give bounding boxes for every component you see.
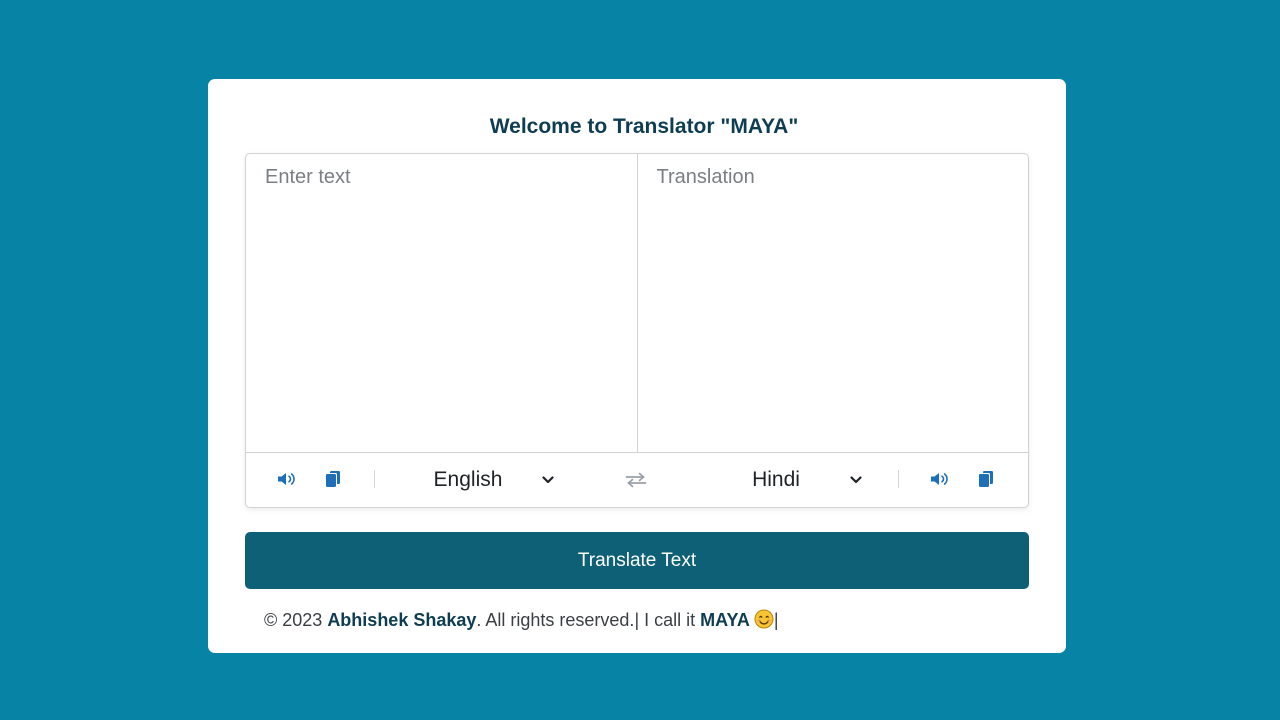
footer-copyright: © 2023 bbox=[264, 610, 328, 630]
footer-nickname: MAYA bbox=[700, 610, 750, 630]
footer-rights: . All rights reserved.| I call it bbox=[476, 610, 701, 630]
controls-divider bbox=[898, 470, 899, 488]
translator-panel: English Hindi bbox=[245, 153, 1029, 508]
from-copy-button[interactable] bbox=[322, 468, 344, 490]
speaker-icon bbox=[278, 473, 295, 485]
chevron-down-icon bbox=[540, 472, 556, 488]
to-language-value: Hindi bbox=[752, 468, 800, 491]
copy-icon bbox=[326, 471, 340, 487]
smile-emoji-icon bbox=[754, 609, 774, 629]
exchange-icon bbox=[625, 472, 647, 488]
to-language-select[interactable]: Hindi bbox=[704, 463, 864, 497]
footer-author: Abhishek Shakay bbox=[327, 610, 477, 630]
translate-button[interactable]: Translate Text bbox=[245, 532, 1029, 589]
copy-icon bbox=[979, 471, 993, 487]
controls-divider bbox=[374, 470, 375, 488]
footer: © 2023 Abhishek Shakay. All rights reser… bbox=[264, 609, 779, 631]
from-language-value: English bbox=[433, 468, 503, 491]
to-copy-button[interactable] bbox=[975, 468, 997, 490]
to-speak-button[interactable] bbox=[929, 468, 951, 490]
controls-row: English Hindi bbox=[246, 452, 1028, 507]
swap-languages-button[interactable] bbox=[624, 468, 648, 492]
from-language-select[interactable]: English bbox=[396, 463, 556, 497]
speaker-icon bbox=[931, 473, 948, 485]
footer-end: | bbox=[773, 610, 779, 630]
text-areas bbox=[246, 154, 1028, 453]
from-speak-button[interactable] bbox=[276, 468, 298, 490]
source-text-input[interactable] bbox=[246, 154, 637, 452]
page-title: Welcome to Translator "MAYA" bbox=[489, 115, 799, 138]
translation-output[interactable] bbox=[636, 154, 1028, 452]
chevron-down-icon bbox=[848, 472, 864, 488]
